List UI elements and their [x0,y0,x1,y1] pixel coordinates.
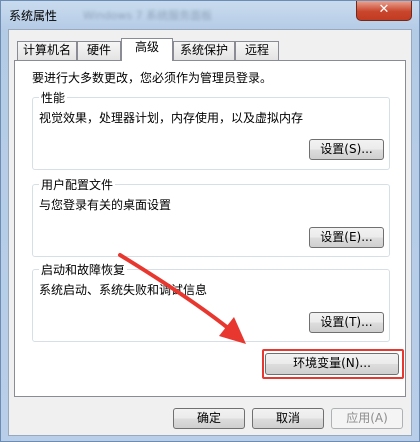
startup-recovery-description: 系统启动、系统失败和调试信息 [39,283,208,297]
performance-description: 视觉效果，处理器计划，内存使用，以及虚拟内存 [39,111,304,125]
tab-advanced[interactable]: 高级 [121,38,173,61]
title-bar[interactable]: 系统属性 Windows 7 系统服务面板 ✕ [1,1,419,29]
user-profiles-title: 用户配置文件 [39,176,116,193]
ok-button[interactable]: 确定 [173,408,245,429]
startup-recovery-settings-button[interactable]: 设置(T)... [309,312,384,333]
apply-button[interactable]: 应用(A) [331,408,403,429]
window-title: 系统属性 [9,9,58,23]
startup-recovery-group: 启动和故障恢复 系统启动、系统失败和调试信息 设置(T)... [32,261,390,342]
tab-computer-name[interactable]: 计算机名 [17,41,77,60]
close-button[interactable]: ✕ [356,1,412,21]
cancel-button[interactable]: 取消 [252,408,324,429]
performance-settings-button[interactable]: 设置(S)... [309,139,384,160]
system-properties-window: 系统属性 Windows 7 系统服务面板 ✕ 计算机名 硬件 高级 系统保护 … [0,0,420,442]
performance-title: 性能 [39,89,68,106]
startup-recovery-title: 启动和故障恢复 [39,261,128,278]
tab-hardware[interactable]: 硬件 [77,41,121,60]
admin-note: 要进行大多数更改，您必须作为管理员登录。 [32,71,273,85]
tab-remote[interactable]: 远程 [235,41,279,60]
user-profiles-group: 用户配置文件 与您登录有关的桌面设置 设置(E)... [32,176,390,257]
performance-group: 性能 视觉效果，处理器计划，内存使用，以及虚拟内存 设置(S)... [32,89,390,170]
user-profiles-description: 与您登录有关的桌面设置 [39,198,172,212]
tab-system-protection[interactable]: 系统保护 [173,41,235,60]
user-profiles-settings-button[interactable]: 设置(E)... [309,227,384,248]
red-highlight-box [262,349,404,379]
background-window-title: Windows 7 系统服务面板 [83,9,213,21]
